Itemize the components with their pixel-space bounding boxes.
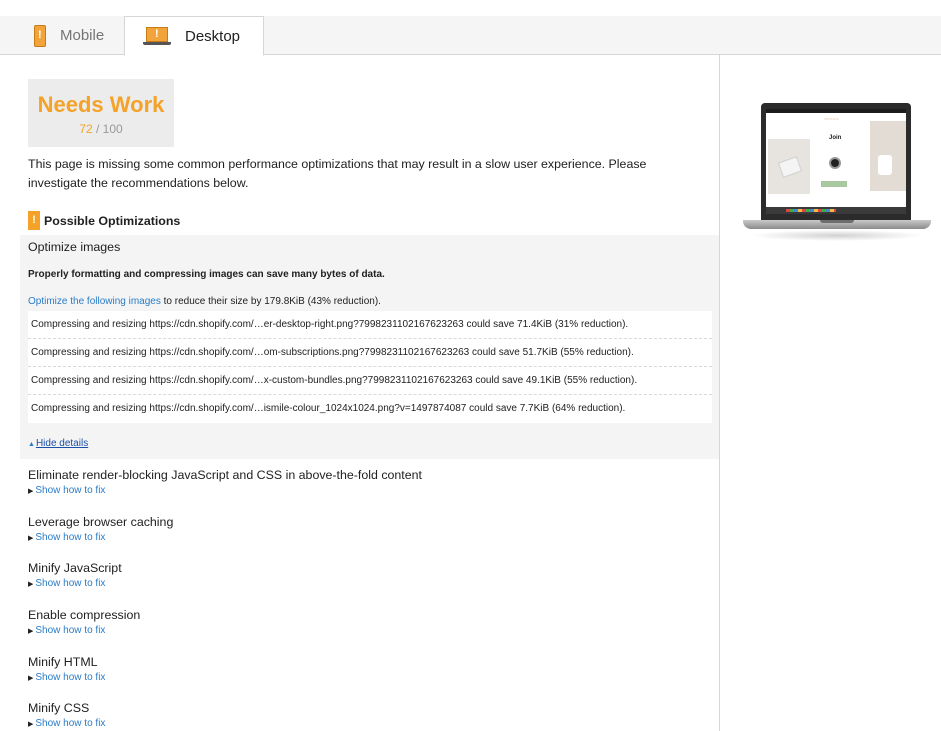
preview-image-left [768,139,810,194]
show-how-to-fix-link[interactable]: Show how to fix [35,532,105,543]
content-divider [719,55,720,731]
laptop-screen: ~~~~~ Join [766,109,906,214]
show-how-to-fix-toggle[interactable]: ▶ Show how to fix [28,485,422,496]
optimization-item-minify-js: Minify JavaScript ▶ Show how to fix [28,561,122,589]
show-how-to-fix-toggle[interactable]: ▶ Show how to fix [28,718,105,729]
list-item: Compressing and resizing https://cdn.sho… [28,311,712,339]
score-number: 72 [79,122,93,136]
show-how-to-fix-toggle[interactable]: ▶ Show how to fix [28,578,122,589]
laptop-lid: ~~~~~ Join [761,103,911,220]
possible-optimizations-heading: ! Possible Optimizations [28,211,180,230]
optimization-item-minify-html: Minify HTML ▶ Show how to fix [28,655,105,683]
optimization-name: Minify HTML [28,655,98,669]
tab-mobile[interactable]: Mobile [20,16,124,55]
mobile-warning-icon [34,24,46,47]
tab-desktop[interactable]: Desktop [124,16,264,56]
triangle-right-icon: ▶ [28,675,34,682]
score-badge: Needs Work 72 / 100 [28,79,174,147]
hide-details-link[interactable]: Hide details [36,438,88,449]
optimize-images-title: Optimize images [28,240,121,254]
laptop-notch [820,220,854,223]
preview-image-right [870,121,906,191]
show-how-to-fix-link[interactable]: Show how to fix [35,625,105,636]
triangle-right-icon: ▶ [28,581,34,588]
score-max: / 100 [96,122,123,136]
summary-text: This page is missing some common perform… [28,157,647,190]
show-how-to-fix-toggle[interactable]: ▶ Show how to fix [28,532,173,543]
triangle-right-icon: ▶ [28,488,34,495]
show-how-to-fix-link[interactable]: Show how to fix [35,718,105,729]
triangle-up-icon: ▲ [28,441,35,448]
optimization-name: Eliminate render-blocking JavaScript and… [28,468,422,482]
score-label: Needs Work [37,92,165,117]
optimization-name: Enable compression [28,608,141,622]
optimize-images-summary: Optimize the following images to reduce … [28,296,381,307]
preview-badge-icon [829,157,841,169]
optimization-name: Minify JavaScript [28,561,122,575]
desktop-warning-icon [143,27,171,45]
desktop-preview-image: ~~~~~ Join [743,103,931,241]
list-item: Compressing and resizing https://cdn.sho… [28,367,712,395]
score-value: 72 / 100 [28,122,174,136]
laptop-shadow [749,230,925,241]
optimize-images-panel: Optimize images Properly formatting and … [20,235,719,459]
list-item: Compressing and resizing https://cdn.sho… [28,339,712,367]
show-how-to-fix-toggle[interactable]: ▶ Show how to fix [28,672,105,683]
preview-logo: ~~~~~ [824,117,839,123]
optimization-item-compression: Enable compression ▶ Show how to fix [28,608,140,636]
optimize-images-link[interactable]: Optimize the following images [28,296,161,307]
optimization-item-render-blocking: Eliminate render-blocking JavaScript and… [28,468,422,496]
show-how-to-fix-link[interactable]: Show how to fix [35,485,105,496]
device-tab-bar: Mobile Desktop [0,16,941,56]
optimize-images-description: Properly formatting and compressing imag… [28,269,385,280]
section-title: Possible Optimizations [44,213,181,228]
warning-icon: ! [28,211,40,230]
preview-join-text: Join [829,135,842,141]
show-how-to-fix-toggle[interactable]: ▶ Show how to fix [28,625,140,636]
image-list: Compressing and resizing https://cdn.sho… [28,311,712,423]
tab-desktop-label: Desktop [185,27,241,45]
show-how-to-fix-link[interactable]: Show how to fix [35,578,105,589]
triangle-right-icon: ▶ [28,721,34,728]
triangle-right-icon: ▶ [28,628,34,635]
optimization-item-minify-css: Minify CSS ▶ Show how to fix [28,701,105,729]
triangle-right-icon: ▶ [28,535,34,542]
tab-mobile-label: Mobile [60,27,105,44]
optimization-item-browser-caching: Leverage browser caching ▶ Show how to fi… [28,515,173,543]
hide-details-toggle[interactable]: ▲Hide details [28,438,88,449]
list-item: Compressing and resizing https://cdn.sho… [31,403,626,414]
optimization-name: Leverage browser caching [28,515,174,529]
preview-taskbar [766,207,906,214]
preview-button [821,181,847,187]
show-how-to-fix-link[interactable]: Show how to fix [35,672,105,683]
optimize-images-reduction: to reduce their size by 179.8KiB (43% re… [160,296,381,307]
optimization-name: Minify CSS [28,701,90,715]
